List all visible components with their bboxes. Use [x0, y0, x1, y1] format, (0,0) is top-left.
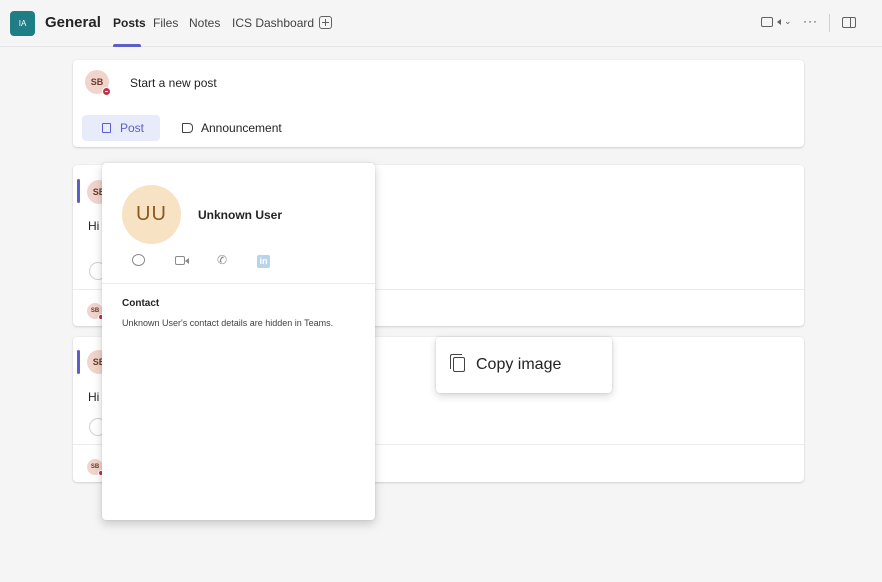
open-panel-icon[interactable]	[842, 17, 856, 28]
presence-busy-icon	[102, 87, 111, 96]
copy-icon	[453, 357, 465, 372]
profile-card: UU Unknown User ✆ in Contact Unknown Use…	[102, 163, 375, 520]
chat-icon[interactable]	[132, 254, 145, 266]
tab-files[interactable]: Files	[153, 16, 178, 30]
more-options-icon[interactable]: ···	[803, 14, 818, 28]
tab-ics-dashboard[interactable]: ICS Dashboard	[232, 16, 314, 30]
context-menu: Copy image	[436, 337, 612, 393]
profile-name: Unknown User	[198, 208, 283, 222]
video-call-icon[interactable]	[175, 256, 189, 265]
copy-image-menu-item[interactable]: Copy image	[476, 356, 561, 374]
phone-icon[interactable]: ✆	[217, 254, 227, 266]
megaphone-icon[interactable]	[182, 123, 193, 133]
announcement-button[interactable]: Announcement	[201, 121, 282, 135]
tab-notes[interactable]: Notes	[189, 16, 220, 30]
linkedin-icon[interactable]: in	[257, 255, 270, 268]
tab-posts[interactable]: Posts	[113, 16, 146, 30]
active-tab-indicator	[113, 44, 141, 47]
post-text: Hi	[88, 219, 100, 233]
unread-accent-bar	[77, 350, 80, 374]
profile-divider	[102, 283, 375, 284]
post-button[interactable]: Post	[82, 115, 160, 141]
contact-heading: Contact	[122, 298, 160, 309]
meet-video-icon[interactable]	[761, 17, 781, 27]
chevron-down-icon[interactable]: ⌄	[784, 16, 792, 27]
post-icon	[102, 123, 111, 133]
start-new-post-input[interactable]: Start a new post	[130, 76, 217, 90]
post-text: Hi	[88, 390, 100, 404]
channel-title: General	[45, 14, 101, 31]
avatar: UU	[122, 185, 181, 244]
new-post-composer: SB Start a new post Post Announcement	[73, 60, 804, 147]
channel-header: IA General Posts Files Notes ICS Dashboa…	[0, 0, 882, 47]
header-divider	[829, 14, 830, 32]
add-tab-icon[interactable]	[319, 16, 332, 29]
unread-accent-bar	[77, 179, 80, 203]
post-button-label: Post	[120, 121, 145, 135]
contact-details-text: Unknown User's contact details are hidde…	[122, 318, 334, 328]
team-avatar[interactable]: IA	[10, 11, 35, 36]
